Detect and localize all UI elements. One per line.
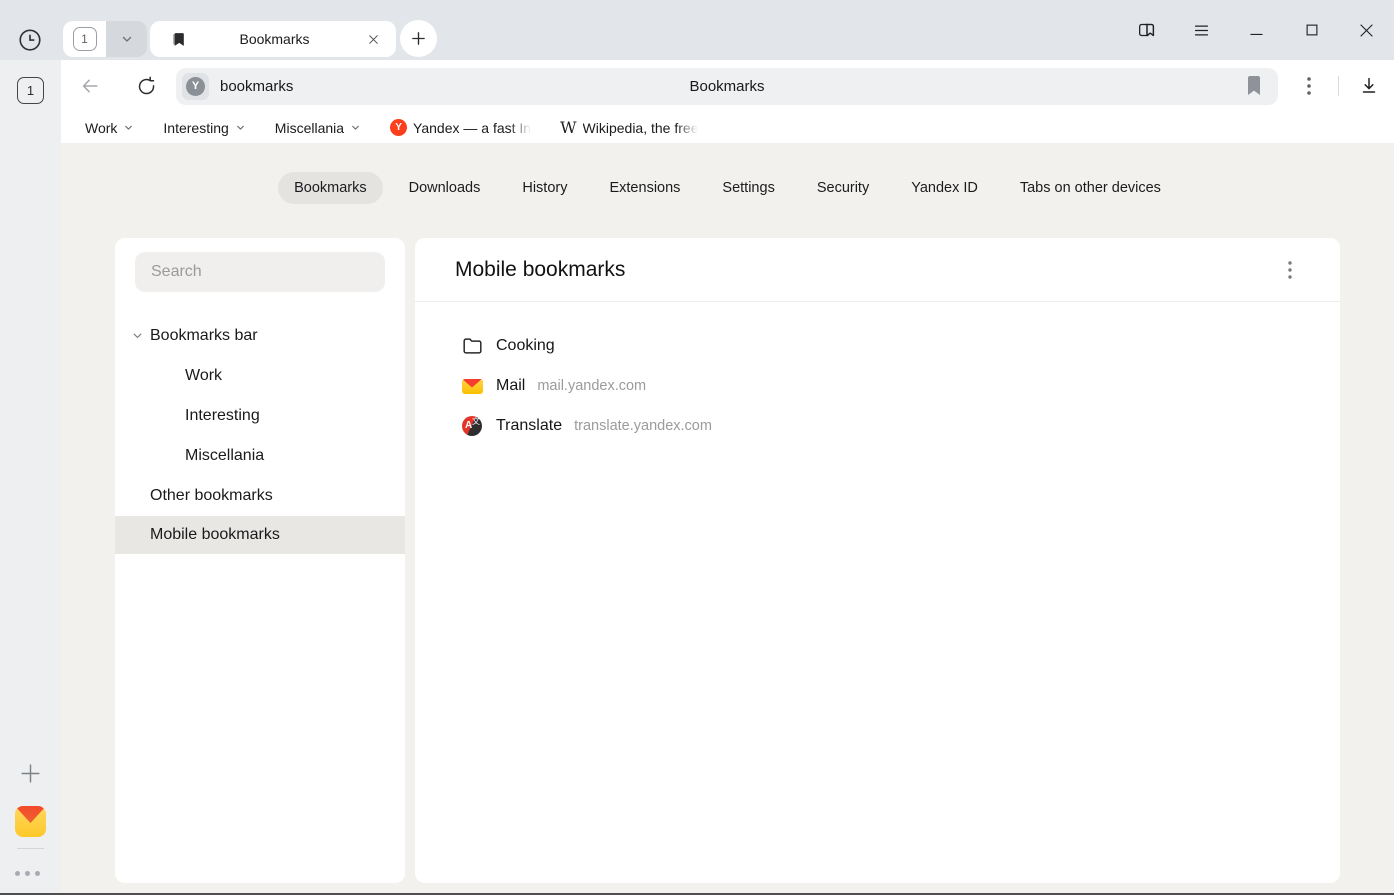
tab-bookmarks[interactable]: Bookmarks (278, 172, 383, 204)
tab-count[interactable]: 1 (63, 21, 106, 57)
tab-downloads[interactable]: Downloads (393, 172, 497, 204)
download-icon[interactable] (1352, 69, 1386, 103)
tree-item-label: Other bookmarks (150, 487, 273, 505)
panel-header: Mobile bookmarks (415, 238, 1340, 302)
toolbar: Y bookmarks Bookmarks (61, 60, 1394, 112)
bookmarks-manager-page: Bookmarks Downloads History Extensions S… (61, 143, 1394, 893)
bookmark-icon (170, 31, 187, 48)
more-apps-icon[interactable] (15, 871, 40, 876)
folder-label: Miscellania (275, 120, 344, 136)
chevron-down-icon[interactable] (106, 21, 147, 57)
bookmark-flag-icon[interactable] (1246, 76, 1262, 96)
wikipedia-favicon: W (560, 118, 576, 137)
plus-icon[interactable] (18, 761, 43, 786)
chevron-down-icon (123, 122, 134, 133)
tree-item-interesting[interactable]: Interesting (115, 396, 405, 436)
titlebar: 1 Bookmarks (0, 0, 1394, 60)
maximize-icon[interactable] (1284, 0, 1339, 60)
manager-nav-tabs: Bookmarks Downloads History Extensions S… (61, 172, 1394, 204)
address-bar[interactable]: Y bookmarks Bookmarks (176, 68, 1278, 105)
tab-count-badge: 1 (73, 27, 97, 51)
history-clock-icon[interactable] (17, 27, 43, 53)
link-label: Yandex — a fast In (413, 120, 531, 136)
folder-label: Interesting (163, 120, 228, 136)
site-favicon: Y (182, 73, 209, 100)
close-window-icon[interactable] (1339, 0, 1394, 60)
chevron-down-icon (235, 122, 246, 133)
bookmarks-bar-link-wikipedia[interactable]: W Wikipedia, the free (560, 118, 698, 137)
tab-group-widget[interactable]: 1 (63, 21, 147, 57)
tree-item-work[interactable]: Work (115, 356, 405, 396)
folder-label: Work (85, 120, 117, 136)
yandex-favicon-letter: Y (186, 77, 205, 96)
tab-settings[interactable]: Settings (706, 172, 790, 204)
reload-icon[interactable] (129, 69, 163, 103)
back-icon[interactable] (73, 69, 107, 103)
page-title: Bookmarks (176, 78, 1278, 95)
yandex-favicon: Y (390, 119, 407, 136)
bookmark-name: Cooking (496, 337, 555, 355)
tree-item-label: Interesting (185, 407, 260, 425)
bookmarks-bar-folder-interesting[interactable]: Interesting (163, 120, 245, 136)
close-tab-icon[interactable] (362, 28, 384, 50)
bookmarks-panel: Mobile bookmarks Cooking Mail (415, 238, 1340, 883)
search-box[interactable] (135, 252, 385, 292)
tab-other-devices[interactable]: Tabs on other devices (1004, 172, 1177, 204)
tab-security[interactable]: Security (801, 172, 885, 204)
tree-item-label: Bookmarks bar (150, 327, 258, 345)
tree-item-label: Mobile bookmarks (150, 526, 280, 544)
yandex-mail-icon (460, 379, 484, 394)
list-item-cooking[interactable]: Cooking (460, 326, 1340, 366)
tree-item-label: Work (185, 367, 222, 385)
tab-yandex-id[interactable]: Yandex ID (895, 172, 994, 204)
menu-icon[interactable] (1174, 0, 1229, 60)
folder-tree: Bookmarks bar Work Interesting Miscellan… (115, 316, 405, 554)
window-controls (1119, 0, 1394, 60)
tab-extensions[interactable]: Extensions (593, 172, 696, 204)
strip-divider (17, 848, 44, 849)
url-text: bookmarks (220, 78, 293, 95)
yandex-translate-icon: A 文 (460, 416, 484, 436)
panel-title: Mobile bookmarks (455, 258, 1276, 282)
chevron-down-icon[interactable] (131, 329, 144, 342)
side-panel-icon[interactable] (1119, 0, 1174, 60)
tree-item-bookmarks-bar[interactable]: Bookmarks bar (115, 316, 405, 356)
bookmarks-bar-folder-work[interactable]: Work (85, 120, 134, 136)
tab-history[interactable]: History (506, 172, 583, 204)
folders-sidebar: Bookmarks bar Work Interesting Miscellan… (115, 238, 405, 883)
tree-item-mobile-bookmarks[interactable]: Mobile bookmarks (115, 516, 405, 554)
bookmark-url: translate.yandex.com (574, 418, 712, 434)
folder-icon (460, 337, 484, 355)
list-item-mail[interactable]: Mail mail.yandex.com (460, 366, 1340, 406)
tree-item-other-bookmarks[interactable]: Other bookmarks (115, 476, 405, 516)
bookmarks-list: Cooking Mail mail.yandex.com A 文 Transla… (415, 302, 1340, 446)
bookmark-name: Mail (496, 377, 525, 395)
toolbar-divider (1338, 76, 1339, 96)
tab-title: Bookmarks (187, 31, 362, 47)
bookmarks-bar-link-yandex[interactable]: Y Yandex — a fast In (390, 119, 531, 136)
yandex-mail-app-icon[interactable] (15, 806, 46, 837)
sidebar-strip: 1 (0, 60, 61, 893)
list-item-translate[interactable]: A 文 Translate translate.yandex.com (460, 406, 1340, 446)
tree-item-label: Miscellania (185, 447, 264, 465)
bookmarks-bar: Work Interesting Miscellania Y Yandex — … (61, 112, 1394, 143)
manager-body: Bookmarks bar Work Interesting Miscellan… (115, 238, 1340, 883)
tab-counter-button[interactable]: 1 (17, 77, 44, 104)
minimize-icon[interactable] (1229, 0, 1284, 60)
panel-kebab-icon[interactable] (1276, 256, 1304, 284)
link-label: Wikipedia, the free (583, 120, 699, 136)
tree-item-miscellania[interactable]: Miscellania (115, 436, 405, 476)
bookmarks-bar-folder-miscellania[interactable]: Miscellania (275, 120, 361, 136)
browser-tab-bookmarks[interactable]: Bookmarks (150, 21, 396, 57)
search-input[interactable] (135, 263, 385, 281)
toolbar-kebab-icon[interactable] (1292, 69, 1326, 103)
bookmark-name: Translate (496, 417, 562, 435)
chevron-down-icon (350, 122, 361, 133)
bookmark-url: mail.yandex.com (537, 378, 646, 394)
new-tab-button[interactable] (400, 20, 437, 57)
